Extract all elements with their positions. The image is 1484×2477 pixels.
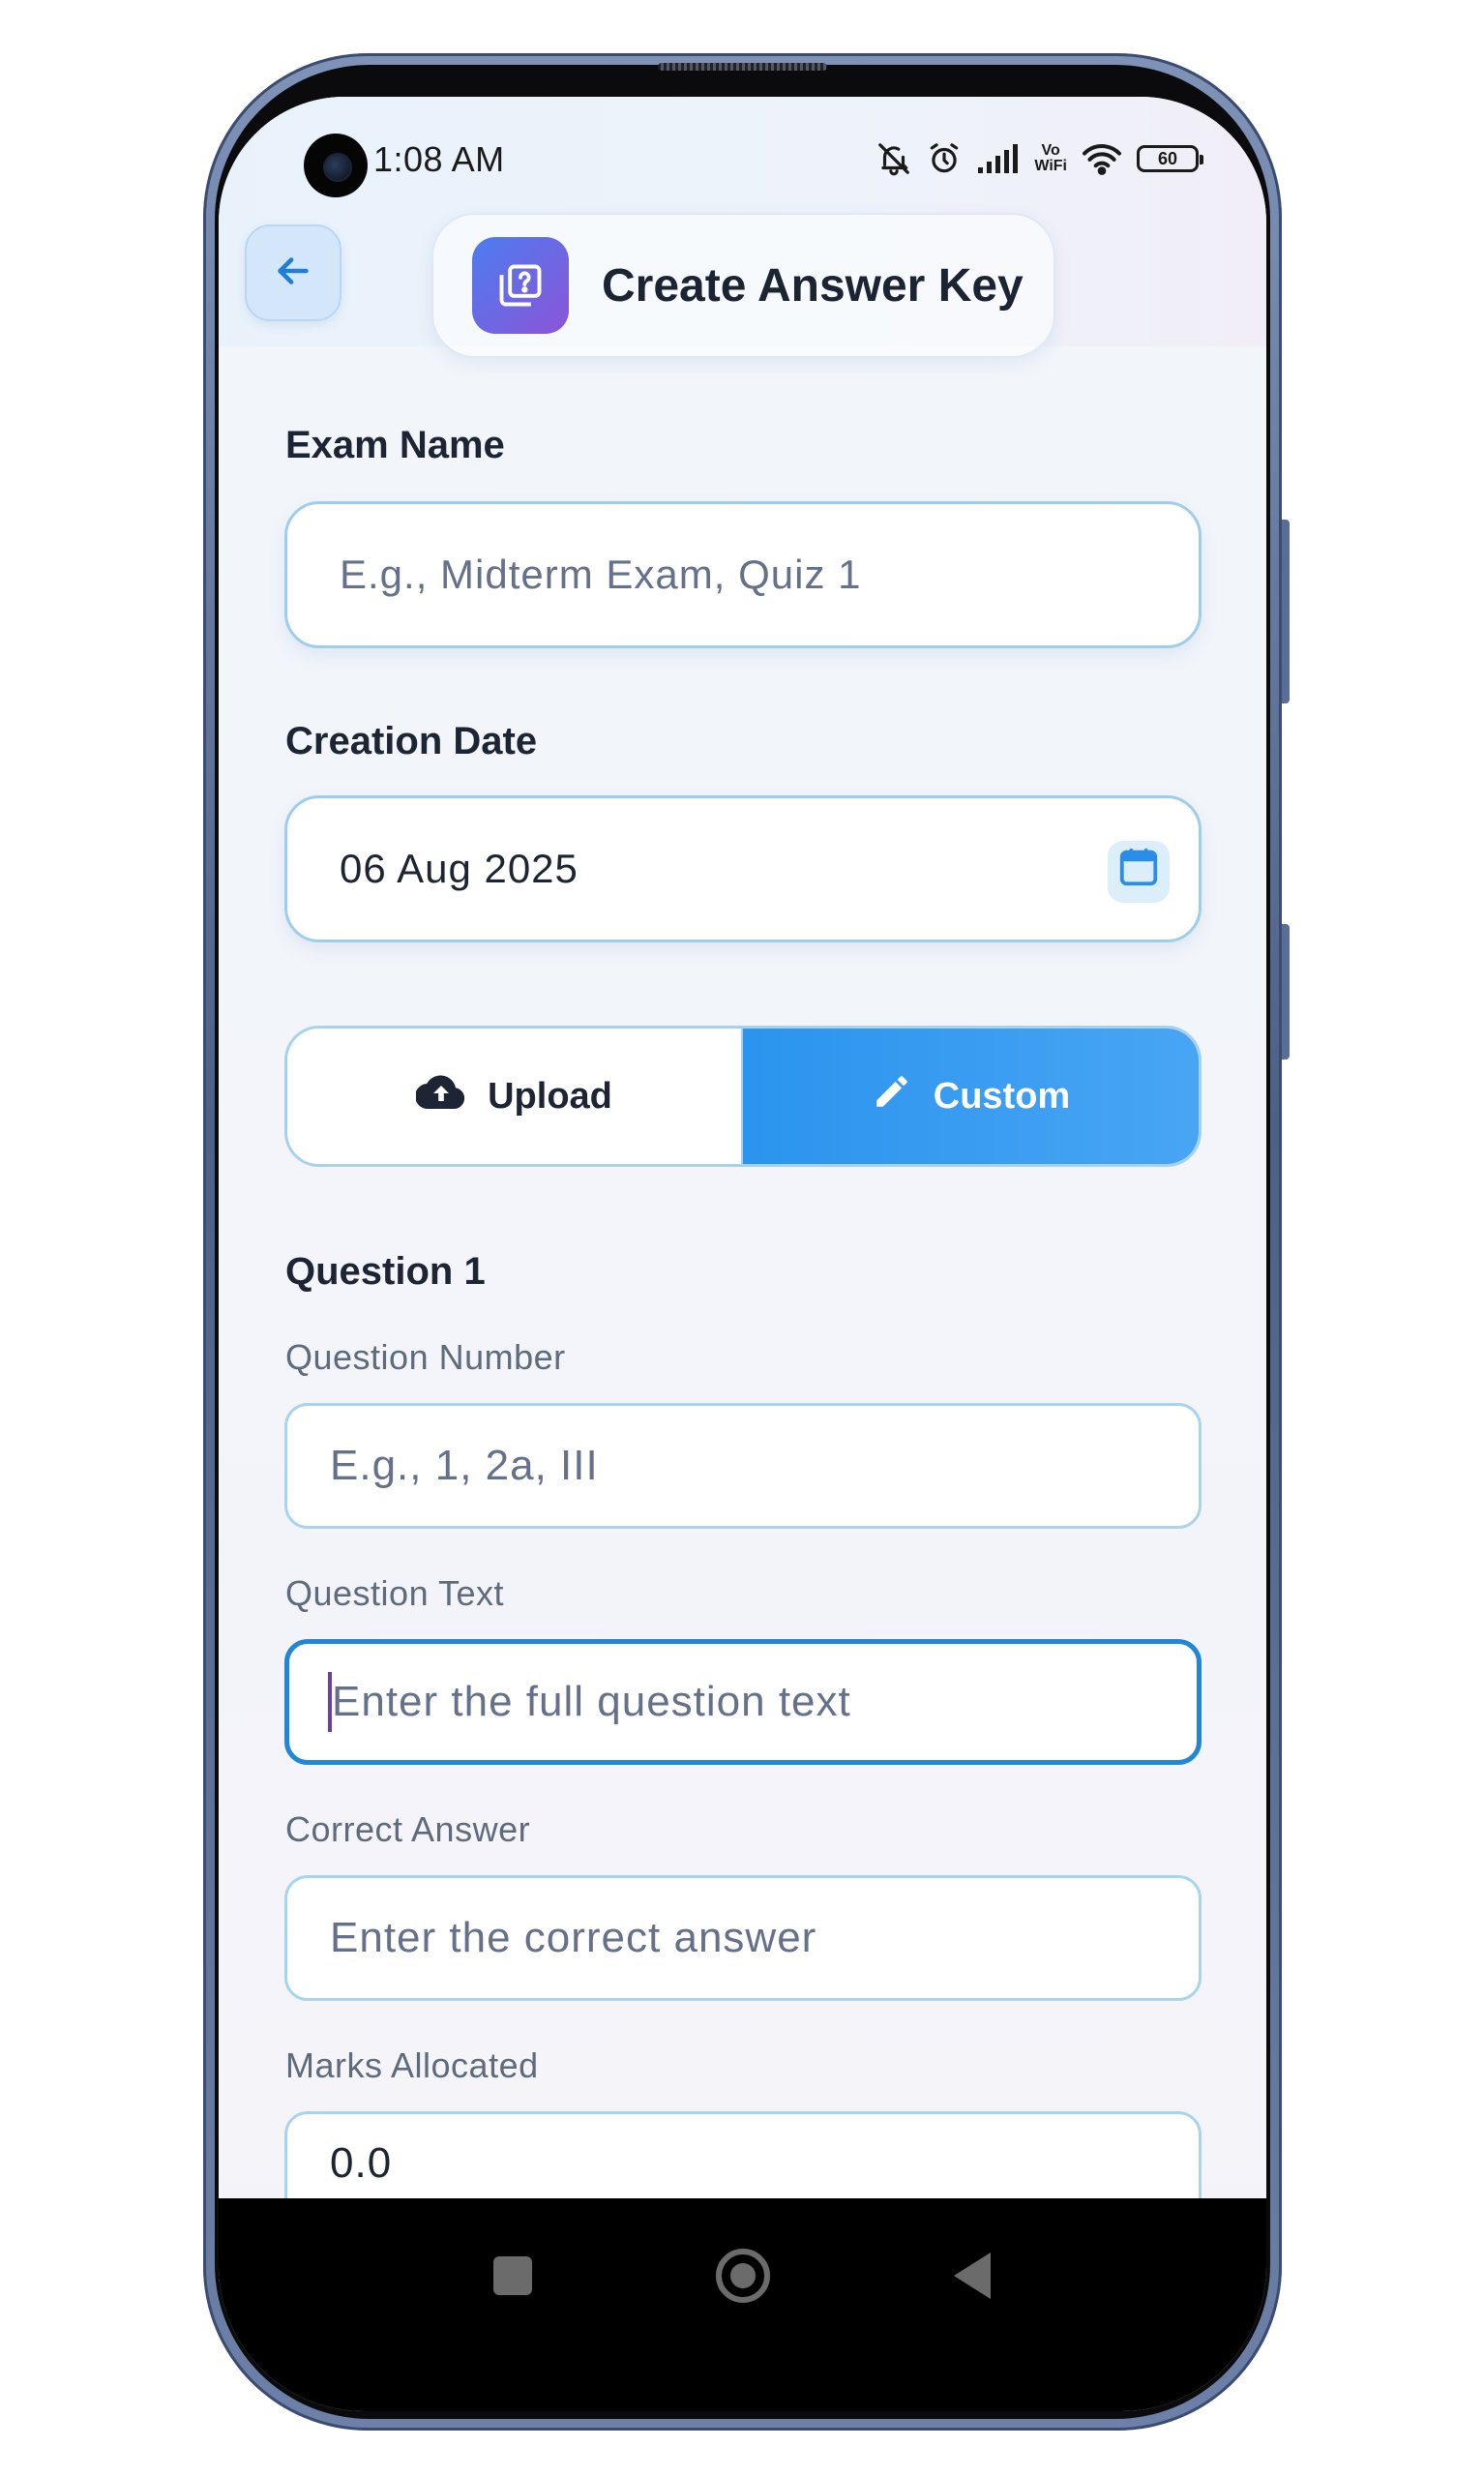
back-button[interactable] <box>245 224 341 321</box>
cloud-upload-icon <box>415 1072 466 1120</box>
custom-tab[interactable]: Custom <box>743 1029 1199 1164</box>
exam-name-placeholder: E.g., Midterm Exam, Quiz 1 <box>340 552 862 597</box>
signal-icon <box>976 142 1021 175</box>
status-time: 1:08 AM <box>373 139 505 179</box>
creation-date-label: Creation Date <box>285 720 538 762</box>
front-camera <box>304 134 368 197</box>
status-icons: Vo WiFi 60 <box>876 139 1203 178</box>
mute-bell-icon <box>876 140 912 177</box>
marks-clip: 0.0 <box>219 2109 1266 2198</box>
question-number-placeholder: E.g., 1, 2a, III <box>330 1442 599 1489</box>
wifi-icon <box>1081 141 1123 176</box>
upload-tab[interactable]: Upload <box>287 1029 743 1164</box>
creation-date-value: 06 Aug 2025 <box>340 846 579 891</box>
question-text-input[interactable]: Enter the full question text <box>284 1639 1202 1765</box>
calendar-icon <box>1116 845 1161 899</box>
exam-name-label: Exam Name <box>285 424 505 466</box>
marks-allocated-value: 0.0 <box>330 2139 393 2187</box>
app-screen: 1:08 AM Vo WiFi 60 Create Answer Key Exa… <box>219 97 1266 2411</box>
upload-tab-label: Upload <box>488 1075 612 1117</box>
title-pill: Create Answer Key <box>431 213 1055 358</box>
page-title: Create Answer Key <box>602 259 1024 312</box>
question-heading: Question 1 <box>285 1250 486 1293</box>
custom-tab-label: Custom <box>933 1075 1071 1117</box>
question-number-label: Question Number <box>285 1337 566 1377</box>
system-nav-bar <box>219 2198 1266 2411</box>
mode-toggle: Upload Custom <box>284 1026 1202 1167</box>
recents-button[interactable] <box>493 2256 532 2295</box>
marks-allocated-label: Marks Allocated <box>285 2045 539 2085</box>
vowifi-top-label: Vo <box>1041 142 1060 159</box>
creation-date-field[interactable]: 06 Aug 2025 <box>284 795 1202 942</box>
vowifi-bottom-label: WiFi <box>1034 158 1067 174</box>
correct-answer-label: Correct Answer <box>285 1809 531 1849</box>
quiz-question-icon <box>472 237 569 334</box>
question-text-label: Question Text <box>285 1573 504 1613</box>
vowifi-icon: Vo WiFi <box>1034 143 1067 174</box>
correct-answer-input[interactable]: Enter the correct answer <box>284 1875 1202 2001</box>
arrow-left-icon <box>271 249 315 298</box>
calendar-button[interactable] <box>1108 841 1170 903</box>
volume-button <box>1282 520 1290 703</box>
power-button <box>1282 924 1290 1059</box>
speaker-grill <box>658 63 827 71</box>
battery-icon: 60 <box>1137 145 1203 172</box>
question-number-input[interactable]: E.g., 1, 2a, III <box>284 1403 1202 1529</box>
question-text-placeholder: Enter the full question text <box>332 1678 851 1725</box>
alarm-icon <box>926 140 963 177</box>
system-back-button[interactable] <box>954 2253 991 2299</box>
marks-allocated-input[interactable]: 0.0 <box>284 2111 1202 2198</box>
home-button[interactable] <box>716 2249 770 2303</box>
pencil-icon <box>872 1071 912 1121</box>
correct-answer-placeholder: Enter the correct answer <box>330 1914 817 1961</box>
exam-name-input[interactable]: E.g., Midterm Exam, Quiz 1 <box>284 501 1202 648</box>
